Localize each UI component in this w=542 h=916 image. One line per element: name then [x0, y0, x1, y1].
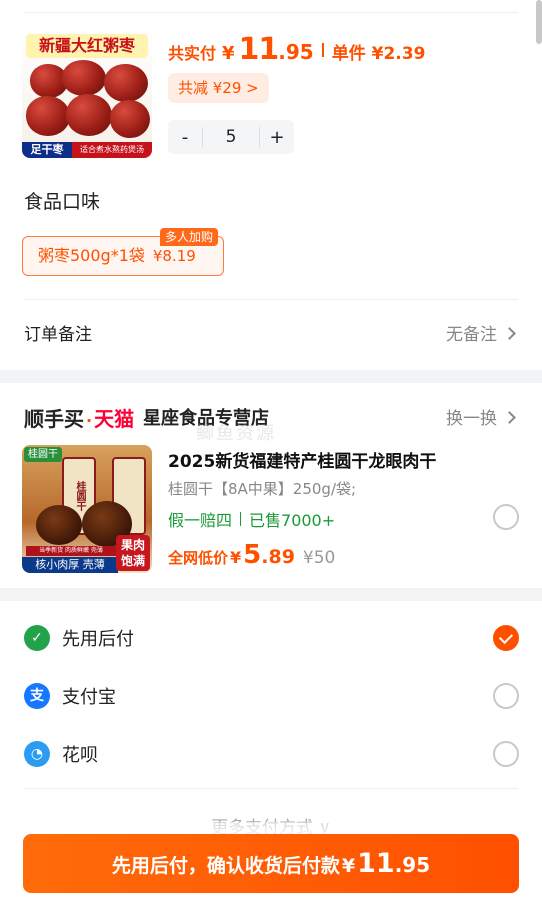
brand-dot: ·: [86, 411, 93, 430]
remark-value-text: 无备注: [446, 325, 497, 345]
price-label: 全网低价: [168, 549, 229, 567]
product-image-tag: 桂圆干: [24, 447, 62, 462]
decrease-button[interactable]: -: [168, 127, 202, 148]
product-image-title: 新疆大红粥枣: [26, 34, 148, 58]
payment-label: 先用后付: [62, 629, 134, 650]
recommend-price: 全网低价 ¥ 5 .89 ¥50: [168, 540, 335, 570]
pay-later-icon: ✓: [24, 625, 50, 651]
currency-symbol: ¥: [230, 548, 242, 567]
increase-button[interactable]: +: [260, 127, 294, 148]
flavor-option-label: 粥枣500g*1袋: [38, 246, 145, 265]
payment-radio-huabei[interactable]: [493, 741, 519, 767]
price-decimal: .95: [278, 40, 314, 64]
fruit-shape: [36, 505, 82, 545]
sold-count: 已售7000+: [249, 511, 336, 530]
price-integer: 5: [243, 540, 262, 570]
recommend-spec: 桂圆干【8A中果】250g/袋;: [168, 480, 357, 498]
date-shape: [104, 64, 148, 102]
payment-option-pay-later[interactable]: ✓ 先用后付: [24, 618, 520, 658]
tmall-logo: 天猫: [94, 407, 135, 431]
scrollbar[interactable]: [536, 0, 542, 44]
brand-text: 顺手买: [24, 407, 84, 431]
total-price: 共实付 ¥ 11 .95 单件 ¥2.39: [168, 32, 425, 67]
date-shape: [62, 60, 106, 96]
divider: [240, 512, 242, 526]
remark-label: 订单备注: [24, 325, 92, 345]
price-integer: 11: [238, 32, 280, 67]
payment-radio-alipay[interactable]: [493, 683, 519, 709]
currency-symbol: ¥: [222, 43, 235, 64]
price-decimal: .95: [394, 853, 431, 877]
guarantee-tag: 假一赔四: [168, 511, 233, 530]
confirm-pay-button[interactable]: 先用后付，确认收货后付款 ¥ 11 .95: [23, 834, 519, 893]
refresh-button[interactable]: 换一换: [446, 404, 516, 429]
brand-logo: 顺手买 · 天猫: [24, 403, 134, 432]
price-decimal: .89: [261, 546, 295, 568]
remark-value[interactable]: 无备注: [446, 320, 516, 345]
price-integer: 11: [357, 848, 395, 879]
order-item-card: 新疆大红粥枣 足干枣 适合煮水熬药煲汤 共实付 ¥ 11 .95 单件 ¥2.3…: [0, 0, 542, 370]
date-shape: [26, 96, 70, 136]
discount-badge[interactable]: 共减 ¥29 >: [168, 73, 269, 103]
alipay-icon: 支: [24, 683, 50, 709]
product-image-sub: 当季新货 肉质鲜嫩 壳薄: [26, 546, 116, 556]
product-image[interactable]: 新疆大红粥枣 足干枣 适合煮水熬药煲汤: [22, 30, 152, 158]
date-shape: [110, 100, 150, 138]
checkout-page: 新疆大红粥枣 足干枣 适合煮水熬药煲汤 共实付 ¥ 11 .95 单件 ¥2.3…: [0, 0, 542, 916]
payment-option-alipay[interactable]: 支 支付宝: [24, 676, 520, 716]
huabei-icon: ◔: [24, 741, 50, 767]
watermark: 鲫鱼资源: [196, 423, 276, 444]
payment-label: 支付宝: [62, 687, 116, 708]
divider: [321, 42, 324, 57]
currency-symbol: ¥: [341, 855, 356, 877]
date-shape: [66, 94, 112, 136]
quantity-value[interactable]: 5: [202, 127, 260, 147]
chevron-right-icon: [503, 327, 516, 340]
divider: [24, 788, 518, 789]
recommend-select-radio[interactable]: [493, 504, 519, 530]
refresh-label: 换一换: [446, 409, 497, 429]
flavor-option-price: ¥8.19: [152, 247, 196, 265]
product-image-footer-right: 适合煮水熬药煲汤: [72, 142, 152, 158]
recommend-card: 顺手买 · 天猫 星座食品专营店 鲫鱼资源 换一换 桂圆干 桂圆干 当季新货 肉质鲜…: [0, 383, 542, 588]
payment-option-huabei[interactable]: ◔ 花呗: [24, 734, 520, 774]
product-image-badge: 果肉饱满: [116, 535, 150, 571]
chevron-right-icon: [503, 411, 516, 424]
product-image-footer-left: 足干枣: [22, 142, 72, 158]
confirm-label: 先用后付，确认收货后付款: [111, 855, 340, 877]
product-image-footer: 核小肉厚 壳薄: [22, 557, 118, 573]
unit-price: 单件 ¥2.39: [331, 44, 426, 64]
divider: [24, 299, 518, 300]
quantity-stepper: - 5 +: [168, 120, 294, 154]
recommend-product-image[interactable]: 桂圆干 桂圆干 当季新货 肉质鲜嫩 壳薄 核小肉厚 壳薄 果肉饱满: [22, 445, 152, 573]
total-price-label: 共实付: [168, 44, 217, 63]
divider: [24, 12, 518, 13]
popular-badge: 多人加购: [160, 228, 219, 246]
flavor-title: 食品口味: [24, 191, 101, 213]
recommend-title[interactable]: 2025新货福建特产桂圆干龙眼肉干: [168, 447, 436, 472]
payment-radio-pay-later[interactable]: [493, 625, 519, 651]
recommend-tags: 假一赔四 已售7000+: [168, 507, 335, 531]
original-price: ¥50: [302, 548, 336, 568]
payment-label: 花呗: [62, 745, 98, 766]
